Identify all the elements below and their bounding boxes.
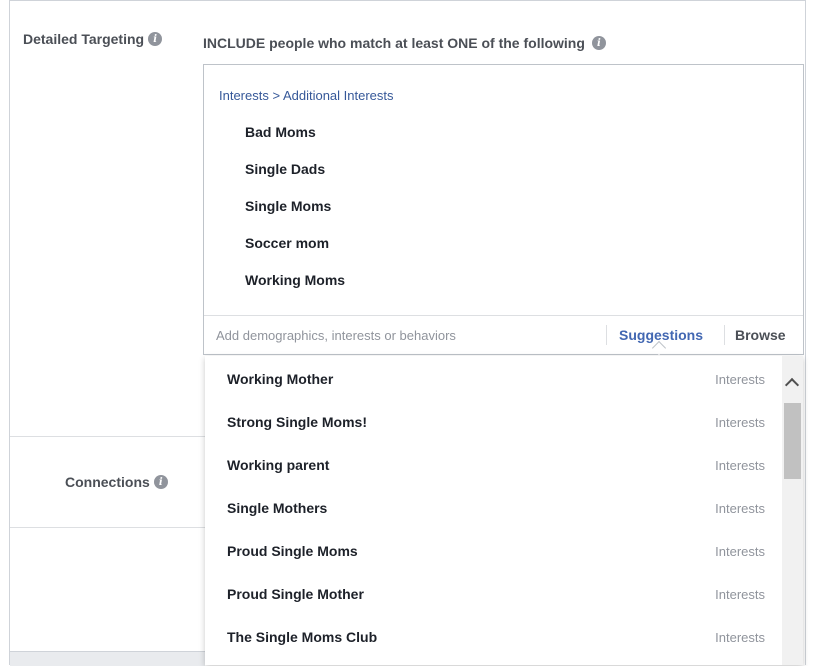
connections-text: Connections [65, 474, 150, 490]
divider [204, 315, 803, 316]
suggestion-name: Single Mothers [227, 500, 328, 516]
chevron-up-icon[interactable] [784, 377, 800, 393]
breadcrumb[interactable]: Interests > Additional Interests [219, 88, 394, 103]
suggestion-row[interactable]: Single Mothers Interests [205, 485, 781, 528]
include-instruction: INCLUDE people who match at least ONE of… [203, 35, 606, 51]
search-input[interactable] [216, 323, 596, 347]
detailed-targeting-label: Detailed Targeting i [23, 31, 163, 47]
selected-interest[interactable]: Soccer mom [245, 235, 345, 272]
suggestion-category: Interests [715, 544, 765, 559]
suggestion-row[interactable]: Proud Single Mother Interests [205, 571, 781, 614]
suggestion-row[interactable]: Working parent Interests [205, 442, 781, 485]
suggestion-category: Interests [715, 372, 765, 387]
include-text: INCLUDE people who match at least ONE of… [203, 35, 585, 51]
info-icon[interactable]: i [153, 475, 168, 489]
suggestion-category: Interests [715, 587, 765, 602]
suggestion-row[interactable]: Proud Single Moms Interests [205, 528, 781, 571]
connections-label: Connections i [65, 474, 168, 490]
suggestion-name: The Single Moms Club [227, 629, 378, 645]
suggestion-row[interactable]: The Single Moms Club Interests [205, 614, 781, 657]
selected-interest[interactable]: Bad Moms [245, 124, 345, 161]
suggestion-name: Proud Single Mother [227, 586, 364, 602]
targeting-box: Interests > Additional Interests Bad Mom… [203, 64, 804, 356]
selected-interest[interactable]: Single Dads [245, 161, 345, 198]
selected-interest[interactable]: Single Moms [245, 198, 345, 235]
detailed-targeting-text: Detailed Targeting [23, 31, 145, 47]
suggestion-name: Working Mother [227, 371, 334, 387]
suggestion-name: Strong Single Moms! [227, 414, 367, 430]
suggestion-category: Interests [715, 630, 765, 645]
tab-separator [606, 325, 607, 345]
dropdown-caret [651, 340, 667, 356]
section-divider [10, 527, 205, 528]
selected-interests: Bad Moms Single Dads Single Moms Soccer … [245, 124, 345, 309]
suggestion-name: Proud Single Moms [227, 543, 358, 559]
suggestion-name: Working parent [227, 457, 330, 473]
suggestion-category: Interests [715, 458, 765, 473]
suggestion-row[interactable]: Working Mother Interests [205, 356, 781, 399]
tab-browse[interactable]: Browse [735, 327, 786, 343]
tab-separator [724, 325, 725, 345]
tab-suggestions[interactable]: Suggestions [619, 327, 703, 343]
suggestions-dropdown: Working Mother Interests Strong Single M… [205, 356, 803, 665]
panel-footer [10, 651, 205, 666]
suggestion-category: Interests [715, 415, 765, 430]
selected-interest[interactable]: Working Moms [245, 272, 345, 309]
info-icon[interactable]: i [591, 36, 606, 50]
suggestion-row[interactable]: Strong Single Moms! Interests [205, 399, 781, 442]
scroll-thumb[interactable] [784, 403, 801, 479]
info-icon[interactable]: i [148, 32, 163, 46]
scrollbar[interactable] [782, 356, 803, 665]
section-divider [10, 436, 205, 437]
suggestion-category: Interests [715, 501, 765, 516]
